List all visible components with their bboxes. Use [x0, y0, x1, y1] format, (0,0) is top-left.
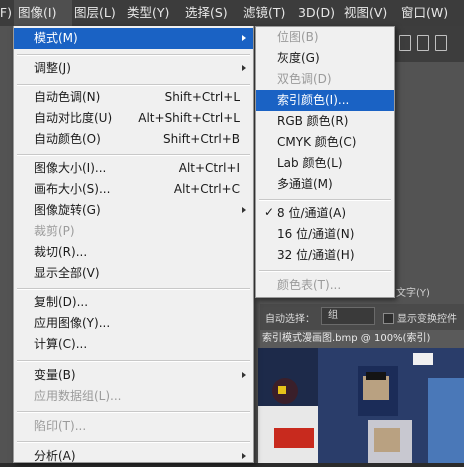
menu-file[interactable]: 件(F): [0, 0, 12, 26]
menu-item-duplicate[interactable]: 复制(D)...: [14, 292, 253, 313]
auto-select-dropdown[interactable]: 组: [321, 307, 375, 325]
menu-item-adjust[interactable]: 调整(J): [14, 58, 253, 79]
menu-separator: [17, 360, 250, 362]
menu-item-crop: 裁剪(P): [34, 224, 75, 238]
menu-item-trim[interactable]: 裁切(R)...: [14, 242, 253, 263]
menu-filter[interactable]: 滤镜(T): [243, 0, 285, 26]
menu-image[interactable]: 图像(I): [14, 0, 72, 26]
image-menu: 模式(M) 调整(J) 自动色调(N) Shift+Ctrl+L 自动对比度(U…: [13, 26, 254, 463]
show-transform-label: 显示变换控件: [397, 314, 457, 325]
menu-item-apply-image[interactable]: 应用图像(Y)...: [14, 313, 253, 334]
document-canvas: [258, 348, 464, 463]
menu-type[interactable]: 类型(Y): [127, 0, 169, 26]
menu-separator: [17, 84, 250, 86]
menu-item-auto-tone[interactable]: 自动色调(N) Shift+Ctrl+L: [14, 87, 253, 108]
mode-item-multichannel[interactable]: 多通道(M): [256, 174, 394, 195]
mode-item-color-table: 颜色表(T)...: [277, 278, 342, 292]
submenu-arrow-icon: [242, 372, 246, 378]
menu-layer[interactable]: 图层(L): [74, 0, 116, 26]
menu-window[interactable]: 窗口(W): [401, 0, 448, 26]
show-transform-checkbox[interactable]: [383, 313, 394, 324]
submenu-arrow-icon: [242, 65, 246, 71]
mode-item-cmyk[interactable]: CMYK 颜色(C): [256, 132, 394, 153]
options-bar: 自动选择： 组 显示变换控件: [260, 304, 464, 330]
mode-item-duotone: 双色调(D): [277, 72, 332, 86]
mode-item-indexed-color[interactable]: 索引颜色(I)...: [256, 90, 394, 111]
menu-item-reveal-all[interactable]: 显示全部(V): [14, 263, 253, 284]
menu-3d[interactable]: 3D(D): [298, 0, 335, 26]
menu-separator: [17, 441, 250, 443]
menu-separator: [17, 288, 250, 290]
menu-separator: [259, 199, 391, 201]
menu-item-analysis[interactable]: 分析(A): [14, 446, 253, 467]
checkmark-icon: ✓: [264, 205, 275, 219]
menu-bar: 件(F) 图像(I) 图层(L) 类型(Y) 选择(S) 滤镜(T) 3D(D)…: [0, 0, 464, 26]
document-tab[interactable]: 索引模式漫画图.bmp @ 100%(索引): [260, 330, 464, 348]
menu-item-trap: 陷印(T)...: [34, 419, 87, 433]
mode-item-8bit[interactable]: ✓ 8 位/通道(A): [256, 203, 394, 224]
align-icon[interactable]: [417, 35, 429, 51]
menu-item-auto-color[interactable]: 自动颜色(O) Shift+Ctrl+B: [14, 129, 253, 150]
mode-item-bitmap: 位图(B): [277, 30, 319, 44]
menu-item-apply-data-set: 应用数据组(L)...: [34, 389, 122, 403]
menu-separator: [17, 54, 250, 56]
menu-item-image-rotation[interactable]: 图像旋转(G): [14, 200, 253, 221]
align-toolbar: [395, 26, 464, 62]
menu-item-canvas-size[interactable]: 画布大小(S)... Alt+Ctrl+C: [14, 179, 253, 200]
align-icon[interactable]: [435, 35, 447, 51]
mode-item-16bit[interactable]: 16 位/通道(N): [256, 224, 394, 245]
menu-separator: [17, 154, 250, 156]
align-icon[interactable]: [399, 35, 411, 51]
mode-item-grayscale[interactable]: 灰度(G): [256, 48, 394, 69]
auto-select-label: 自动选择：: [265, 314, 315, 325]
hidden-menu-text: 文字(Y): [396, 288, 430, 299]
menu-item-calculations[interactable]: 计算(C)...: [14, 334, 253, 355]
menu-item-auto-contrast[interactable]: 自动对比度(U) Alt+Shift+Ctrl+L: [14, 108, 253, 129]
submenu-arrow-icon: [242, 35, 246, 41]
submenu-arrow-icon: [242, 453, 246, 459]
menu-item-variables[interactable]: 变量(B): [14, 365, 253, 386]
mode-submenu: 位图(B) 灰度(G) 双色调(D) 索引颜色(I)... RGB 颜色(R) …: [255, 26, 395, 298]
mode-item-32bit[interactable]: 32 位/通道(H): [256, 245, 394, 266]
menu-select[interactable]: 选择(S): [185, 0, 228, 26]
submenu-arrow-icon: [242, 207, 246, 213]
menu-separator: [17, 411, 250, 413]
menu-item-mode[interactable]: 模式(M): [14, 28, 253, 49]
mode-item-lab[interactable]: Lab 颜色(L): [256, 153, 394, 174]
mode-item-rgb[interactable]: RGB 颜色(R): [256, 111, 394, 132]
menu-separator: [259, 270, 391, 272]
menu-view[interactable]: 视图(V): [344, 0, 387, 26]
menu-item-image-size[interactable]: 图像大小(I)... Alt+Ctrl+I: [14, 158, 253, 179]
